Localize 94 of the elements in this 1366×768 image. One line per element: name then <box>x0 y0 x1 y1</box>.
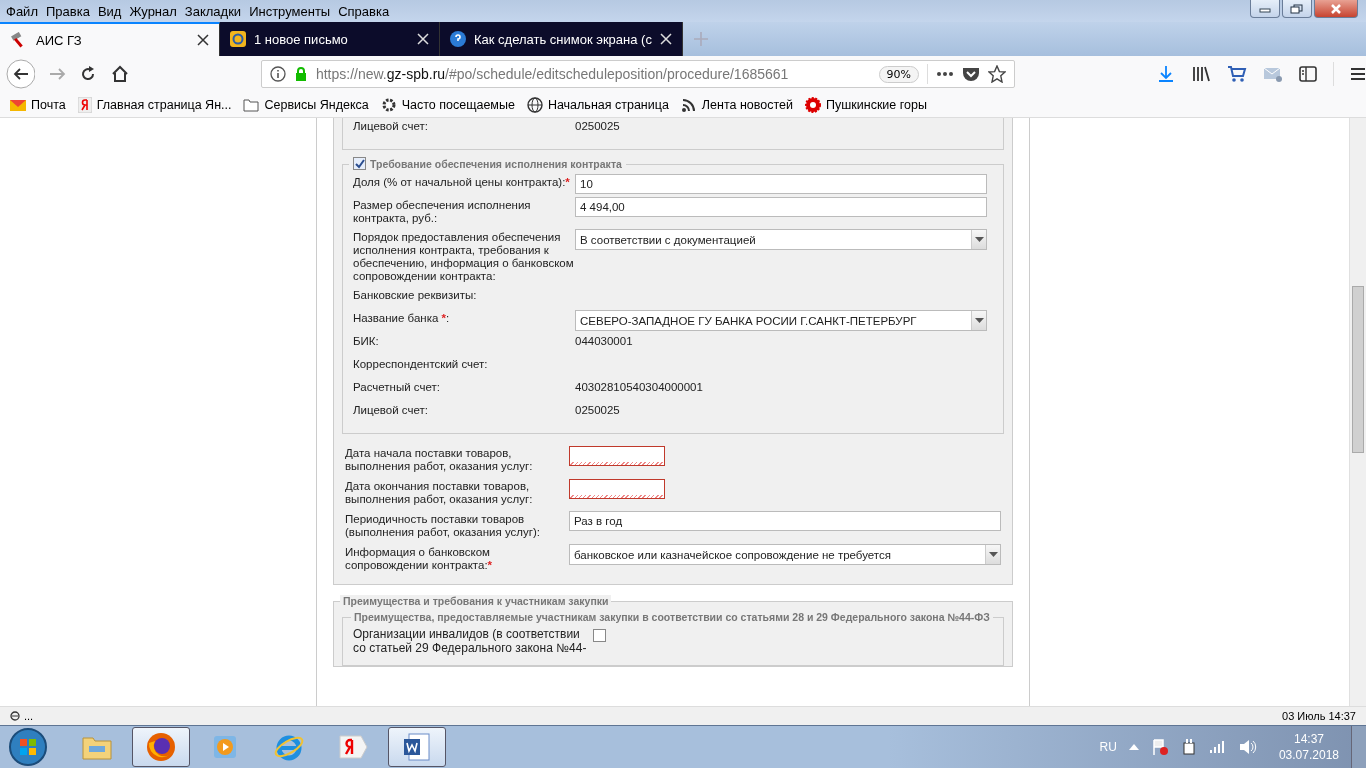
field-label: Дата начала поставки товаров, выполнения работ, оказания услуг: <box>345 446 534 473</box>
input-field[interactable]: Раз в год <box>569 511 1001 531</box>
dropdown-arrow-icon <box>988 551 998 558</box>
section-title: Преимущества, предоставляемые участникам закупки в соответствии со статьями 28 и 29 Федерального закона №44-ФЗ <box>354 611 990 623</box>
mail-icon[interactable] <box>1263 65 1283 83</box>
bookmark[interactable]: Начальная страница <box>526 96 669 113</box>
close-tab-icon[interactable] <box>197 34 209 46</box>
browser-tab[interactable]: АИС ГЗ <box>0 22 220 56</box>
menu-item[interactable]: Справка <box>338 3 390 19</box>
library-icon[interactable] <box>1191 65 1211 83</box>
firefox-icon <box>145 731 177 763</box>
document-icon <box>401 731 433 763</box>
browser-tab[interactable]: Как сделать снимок экрана (с <box>440 22 683 56</box>
field-label: Информация о банковском сопровождении контракта:* <box>345 545 494 572</box>
envelope-icon <box>10 97 26 112</box>
field-label: Организации инвалидов (в соответствии со статьей 29 Федерального закона №44- <box>353 627 588 655</box>
bookmark[interactable]: Сервисы Яндекса <box>243 97 369 112</box>
menu-item[interactable]: Инструменты <box>249 3 331 19</box>
taskbar-button[interactable] <box>132 727 190 767</box>
pocket-icon[interactable] <box>962 66 980 82</box>
more-icon[interactable] <box>936 71 954 77</box>
bookmark[interactable]: Главная страница Ян... <box>77 96 232 113</box>
browser-tab[interactable]: 1 новое письмо <box>220 22 440 56</box>
yandex-icon <box>337 732 369 762</box>
dropdown-arrow-icon <box>974 236 984 243</box>
sidebar-icon[interactable] <box>1299 66 1317 82</box>
menu-item[interactable]: Закладки <box>184 3 242 19</box>
field-label: Периодичность поставки товаров (выполнения работ, оказания услуг): <box>345 512 541 539</box>
loading-icon <box>10 711 20 721</box>
date-field[interactable] <box>569 479 665 499</box>
globe-icon <box>526 96 543 113</box>
signal-icon[interactable] <box>1208 740 1227 754</box>
flag-icon[interactable] <box>1150 738 1169 756</box>
field-label: Порядок предоставления обеспечения исполнения контракта, требования к обеспечению, информация о банковском сопровождении контракта: <box>353 230 575 283</box>
field-value: 40302810540304000001 <box>575 380 703 393</box>
field-label: Размер обеспечения исполнения контракта, руб.: <box>353 198 532 225</box>
gear-icon <box>380 96 397 113</box>
restore-icon <box>1290 3 1304 14</box>
dropdown-arrow-icon <box>974 317 984 324</box>
bookmark[interactable]: Лента новостей <box>680 96 793 113</box>
field-label: Лицевой счет: <box>353 119 429 133</box>
start-button[interactable] <box>8 727 48 767</box>
section-title: Преимущества и требования к участникам закупки <box>343 595 609 607</box>
star-icon[interactable] <box>988 65 1006 83</box>
dropdown[interactable]: СЕВЕРО-ЗАПАДНОЕ ГУ БАНКА РОСИИ Г.САНКТ-ПЕТЕРБУРГ <box>575 310 987 331</box>
lock-icon <box>293 66 308 82</box>
field-value: 044030001 <box>575 334 633 347</box>
help-icon <box>450 31 466 47</box>
checkbox[interactable] <box>353 157 366 170</box>
date-field[interactable] <box>569 446 665 466</box>
dropdown[interactable]: В соответствии с документацией <box>575 229 987 250</box>
taskbar-button[interactable] <box>388 727 446 767</box>
scrollbar[interactable] <box>1349 118 1366 706</box>
field-label: Доля (% от начальной цены контракта):* <box>353 175 571 189</box>
back-button[interactable] <box>6 59 35 89</box>
zoom-level[interactable]: 90% <box>878 65 919 83</box>
input-field[interactable]: 10 <box>575 174 987 194</box>
bookmark[interactable]: Пушкинские горы <box>805 96 927 113</box>
field-label: Дата окончания поставки товаров, выполнения работ, оказания услуг: <box>345 479 534 506</box>
dropdown[interactable]: банковское или казначейское сопровождение не требуется <box>569 544 1001 565</box>
menu-item[interactable]: Правка <box>45 3 90 19</box>
checkbox[interactable] <box>593 629 606 642</box>
close-button[interactable] <box>1314 0 1358 18</box>
menu-item[interactable]: Файл <box>6 3 38 19</box>
address-bar[interactable]: https://new.gz-spb.ru/#po/schedule/editscheduleposition/procedure/1685661 90% <box>260 60 1015 88</box>
bookmark[interactable]: Часто посещаемые <box>380 96 515 113</box>
field-label: Название банка *: <box>353 311 451 325</box>
feed-icon <box>680 96 697 113</box>
menu-icon[interactable] <box>1350 67 1366 81</box>
folder-icon <box>243 97 260 112</box>
section-title: Требование обеспечения исполнения контракта <box>370 157 622 170</box>
cart-icon[interactable] <box>1227 65 1247 83</box>
field-label: Лицевой счет: <box>353 403 429 417</box>
field-label: Корреспондентский счет: <box>353 357 489 371</box>
info-icon[interactable] <box>269 66 286 82</box>
bookmark[interactable]: Почта <box>10 97 66 112</box>
field-label: БИК: <box>353 334 380 348</box>
field-label: Расчетный счет: <box>353 380 441 394</box>
close-icon <box>1329 3 1343 14</box>
menu-item[interactable]: Вид <box>97 3 122 19</box>
status-date: 03 Июль 14:37 <box>1282 710 1356 722</box>
status-text: ... <box>24 710 34 722</box>
volume-icon[interactable] <box>1238 739 1257 755</box>
url-text: https://new.gz-spb.ru/#po/schedule/editscheduleposition/procedure/1685661 <box>315 66 790 82</box>
minimize-button[interactable] <box>1250 0 1280 18</box>
field-value: 0250025 <box>575 119 620 132</box>
yandex-icon <box>77 96 92 113</box>
field-value: 0250025 <box>575 403 620 416</box>
power-plug-icon[interactable] <box>1180 738 1197 756</box>
field-label: Банковские реквизиты: <box>353 288 478 302</box>
menu-item[interactable]: Журнал <box>129 3 177 19</box>
download-icon[interactable] <box>1157 65 1175 83</box>
restore-button[interactable] <box>1282 0 1312 18</box>
input-field[interactable]: 4 494,00 <box>575 197 987 217</box>
